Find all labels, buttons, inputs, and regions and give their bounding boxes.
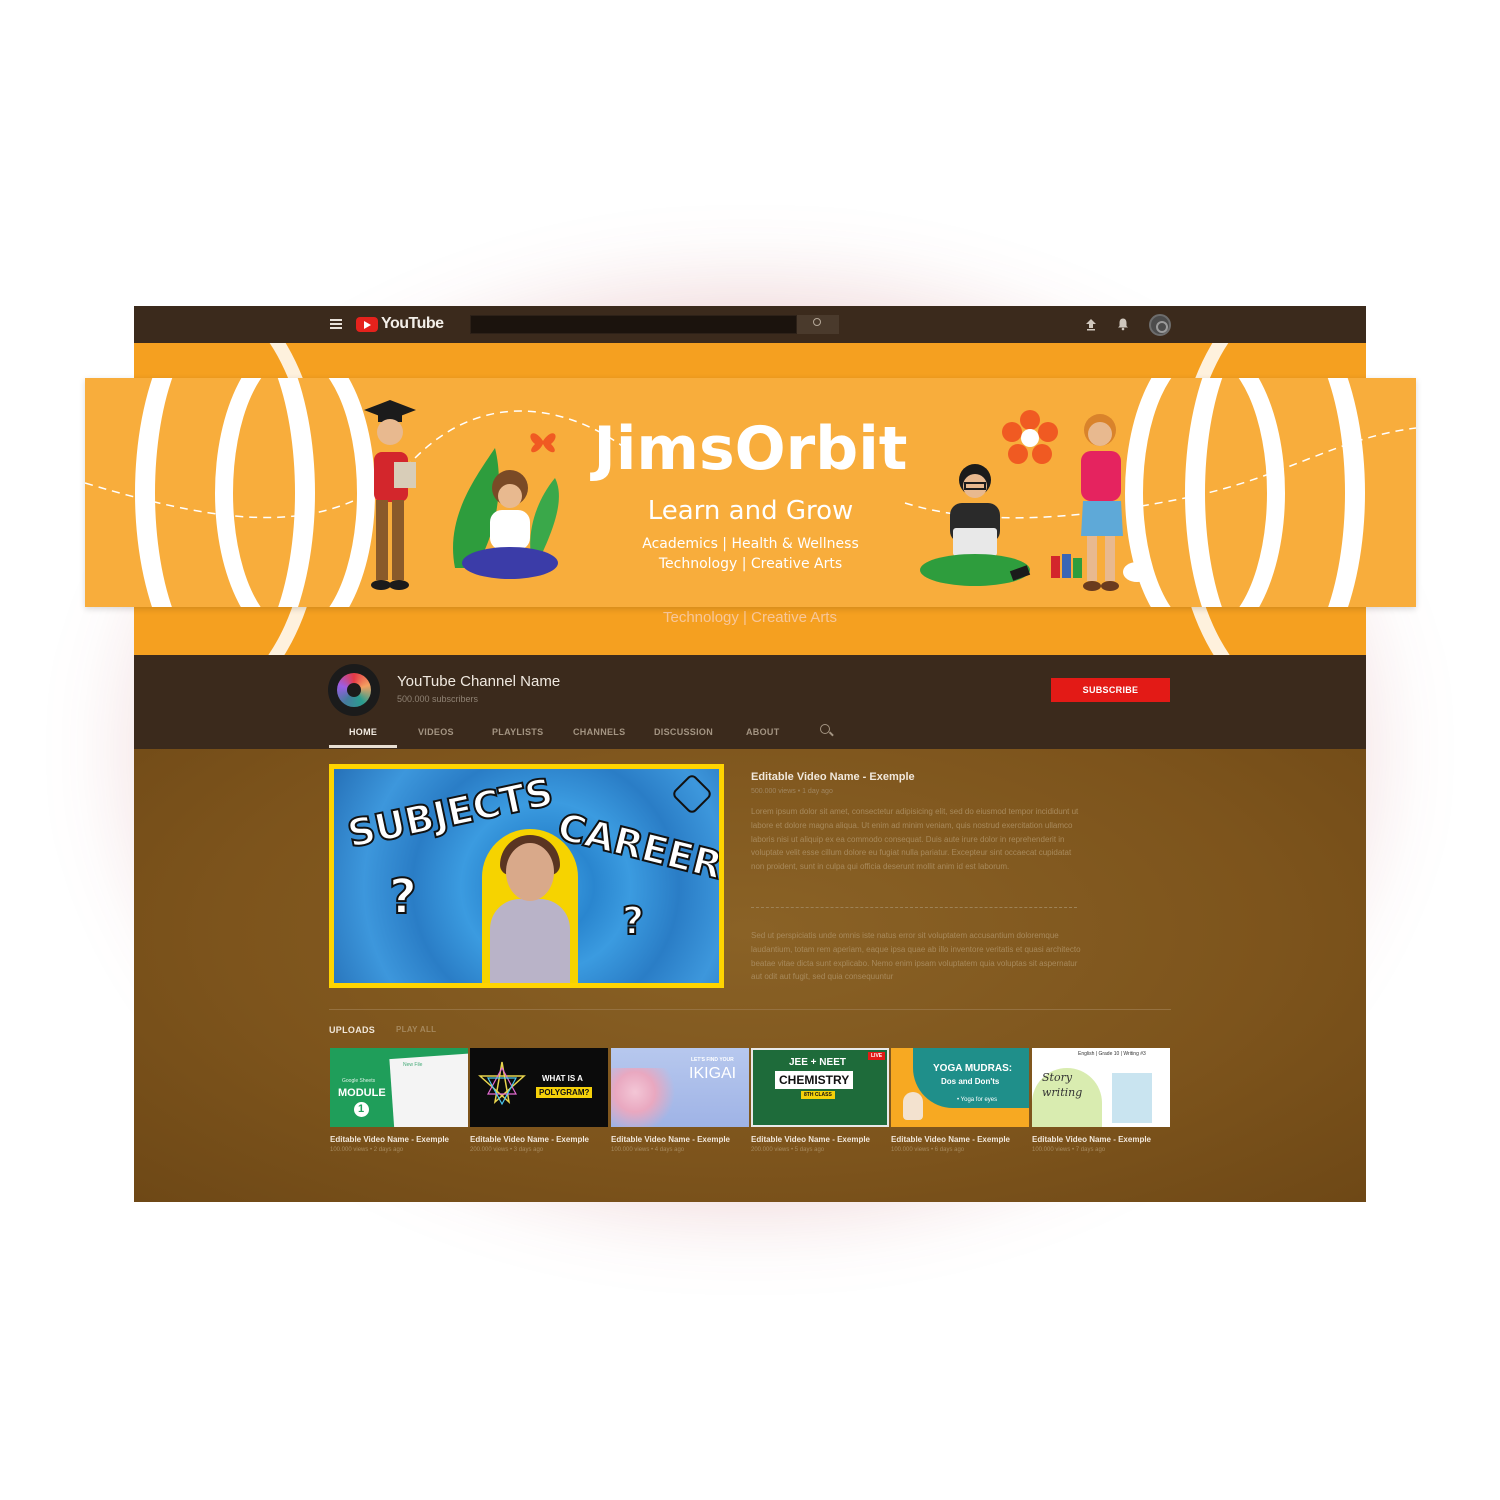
subscribe-button[interactable]: SUBSCRIBE — [1051, 678, 1170, 702]
video-title[interactable]: Editable Video Name - Exemple — [751, 1135, 870, 1144]
yoga-person-illustration — [903, 1092, 923, 1120]
thumb-caption: • Yoga for eyes — [957, 1097, 998, 1103]
active-tab-indicator — [329, 745, 397, 748]
polygram-star-icon — [478, 1061, 526, 1106]
featured-video-description-extra: Sed ut perspiciatis unde omnis iste natu… — [751, 931, 1081, 982]
tab-home[interactable]: HOME — [349, 727, 377, 737]
thumb-caption: writing — [1042, 1086, 1083, 1099]
video-thumbnail[interactable]: English | Grade 10 | Writing #3 Story wr… — [1032, 1048, 1170, 1127]
video-title[interactable]: Editable Video Name - Exemple — [330, 1135, 449, 1144]
thumb-caption: New File — [403, 1062, 423, 1068]
bell-icon[interactable] — [1116, 317, 1130, 331]
thumb-caption: YOGA MUDRAS: — [933, 1063, 1013, 1074]
search-input[interactable] — [470, 315, 797, 334]
search-icon — [813, 318, 821, 326]
video-title[interactable]: Editable Video Name - Exemple — [1032, 1135, 1151, 1144]
section-divider — [329, 1009, 1171, 1010]
thumb-caption: WHAT IS A — [542, 1074, 583, 1083]
description-separator — [751, 907, 1077, 908]
tab-videos[interactable]: VIDEOS — [418, 727, 454, 737]
thumb-caption: IKIGAI — [689, 1065, 737, 1082]
video-title[interactable]: Editable Video Name - Exemple — [611, 1135, 730, 1144]
video-thumbnail[interactable]: YOGA MUDRAS: Dos and Don'ts • Yoga for e… — [891, 1048, 1029, 1127]
thumb-caption: Google Sheets — [342, 1078, 376, 1084]
featured-video-thumbnail[interactable]: SUBJECTS CAREER ? ? — [329, 764, 724, 988]
banner-subtitle-line1: Academics | Health & Wellness — [642, 536, 859, 552]
channel-name: YouTube Channel Name — [397, 673, 561, 690]
spreadsheet-illustration — [389, 1053, 468, 1127]
thumb-caption: CHEMISTRY — [775, 1071, 854, 1089]
thumb-caption: 8TH CLASS — [801, 1091, 835, 1099]
video-meta: 100.000 views • 6 days ago — [891, 1147, 965, 1153]
channel-search-icon[interactable] — [820, 724, 830, 734]
mockup-stage: YouTube Technology | Creative Arts YouTu… — [0, 0, 1500, 1500]
channel-home-content: SUBJECTS CAREER ? ? Editable Video Name … — [134, 749, 1366, 1202]
thumb-question-mark: ? — [388, 868, 418, 926]
video-meta: 100.000 views • 2 days ago — [330, 1147, 404, 1153]
thumb-caption: MODULE — [338, 1087, 386, 1099]
video-thumbnail[interactable]: WHAT IS A POLYGRAM? — [470, 1048, 608, 1127]
tab-discussion[interactable]: DISCUSSION — [654, 727, 713, 737]
channel-logo-icon — [337, 673, 371, 707]
video-thumbnail[interactable]: LET'S FIND YOUR IKIGAI — [611, 1048, 749, 1127]
live-badge: LIVE — [868, 1052, 886, 1060]
video-thumbnail[interactable]: JEE + NEET CHEMISTRY 8TH CLASS LIVE — [751, 1048, 889, 1127]
account-avatar[interactable] — [1149, 314, 1171, 336]
video-title[interactable]: Editable Video Name - Exemple — [470, 1135, 589, 1144]
thumb-caption: English | Grade 10 | Writing #3 — [1078, 1051, 1146, 1057]
banner-tagline: Learn and Grow — [647, 496, 854, 526]
uploads-heading: UPLOADS — [329, 1025, 376, 1035]
banner-channel-title: JimsOrbit — [593, 414, 908, 484]
menu-icon[interactable] — [330, 319, 342, 329]
thumb-caption: 1 — [358, 1103, 365, 1115]
featured-video-meta: 500.000 views • 1 day ago — [751, 788, 833, 795]
cherry-blossom-illustration — [611, 1068, 691, 1127]
channel-header: YouTube Channel Name 500.000 subscribers… — [134, 655, 1366, 749]
video-meta: 100.000 views • 7 days ago — [1032, 1147, 1106, 1153]
tab-playlists[interactable]: PLAYLISTS — [492, 727, 543, 737]
thumb-caption: Story — [1042, 1071, 1073, 1084]
thumb-caption: POLYGRAM? — [536, 1087, 593, 1098]
channel-banner-art: JimsOrbit Learn and Grow Academics | Hea… — [85, 378, 1416, 607]
subscriber-count: 500.000 subscribers — [397, 694, 479, 704]
featured-thumbnail-art: SUBJECTS CAREER ? ? — [334, 769, 719, 983]
video-thumbnail[interactable]: Google Sheets MODULE 1 New File — [330, 1048, 468, 1127]
tab-about[interactable]: ABOUT — [746, 727, 780, 737]
search-button[interactable] — [797, 315, 839, 334]
dashed-path-decoration — [85, 410, 1416, 519]
thumb-question-mark: ? — [621, 898, 645, 944]
channel-avatar[interactable] — [328, 664, 380, 716]
banner-subtitle-line2: Technology | Creative Arts — [658, 556, 843, 572]
writing-person-illustration — [1112, 1073, 1152, 1123]
video-title[interactable]: Editable Video Name - Exemple — [891, 1135, 1010, 1144]
banner-back-subtitle: Technology | Creative Arts — [663, 609, 837, 626]
thumb-word-career: CAREER — [552, 803, 719, 888]
featured-video-title[interactable]: Editable Video Name - Exemple — [751, 771, 915, 783]
top-bar: YouTube — [134, 306, 1366, 343]
featured-video-description: Lorem ipsum dolor sit amet, consectetur … — [751, 807, 1079, 872]
video-meta: 100.000 views • 4 days ago — [611, 1147, 685, 1153]
thumb-person-image — [482, 829, 578, 983]
play-all-button[interactable]: PLAY ALL — [396, 1025, 436, 1034]
video-meta: 200.000 views • 5 days ago — [751, 1147, 825, 1153]
upload-icon[interactable] — [1084, 317, 1098, 331]
youtube-logo-text[interactable]: YouTube — [381, 315, 444, 333]
thumb-caption: JEE + NEET — [789, 1057, 846, 1068]
thumb-caption: LET'S FIND YOUR — [691, 1057, 734, 1063]
thumb-brand-logo-icon — [670, 772, 714, 816]
tab-channels[interactable]: CHANNELS — [573, 727, 625, 737]
video-meta: 200.000 views • 3 days ago — [470, 1147, 544, 1153]
thumb-caption: Dos and Don'ts — [941, 1077, 1000, 1086]
youtube-logo-icon[interactable] — [356, 317, 378, 332]
